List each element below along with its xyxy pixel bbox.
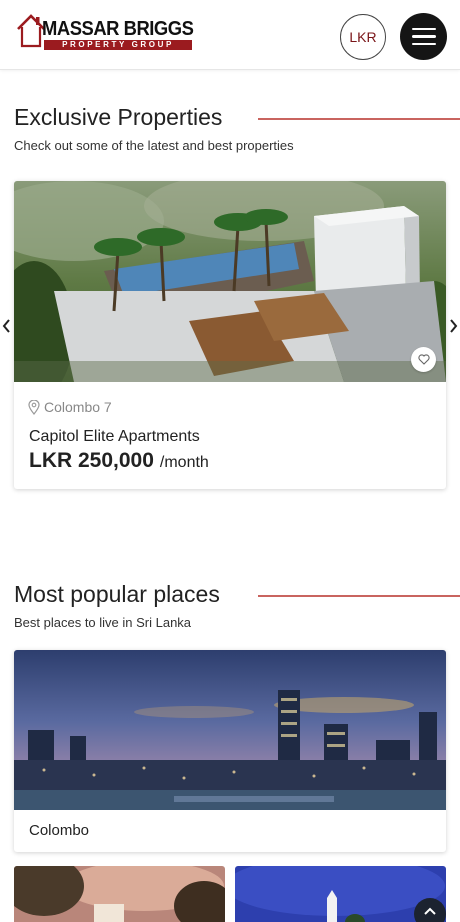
- section-divider: [258, 118, 460, 120]
- hamburger-icon: [411, 27, 436, 31]
- price-unit: /month: [159, 454, 209, 471]
- place-card-colombo[interactable]: Colombo: [14, 650, 446, 852]
- brand-logo[interactable]: MASSAR BRIGGS PROPERTY GROUP: [16, 12, 194, 54]
- chevron-right-icon: [450, 319, 458, 333]
- location-pin-icon: [28, 399, 40, 415]
- currency-button[interactable]: LKR: [340, 14, 386, 60]
- place-card-thumbnail[interactable]: [14, 866, 225, 922]
- heart-icon: [417, 354, 430, 365]
- place-name: Colombo: [29, 822, 90, 839]
- section-divider: [258, 595, 460, 597]
- place-image[interactable]: [14, 866, 225, 922]
- property-card[interactable]: Colombo 7 Capitol Elite Apartments LKR 2…: [14, 181, 446, 489]
- property-name[interactable]: Capitol Elite Apartments: [29, 428, 200, 446]
- property-price: LKR 250,000 /month: [29, 449, 209, 473]
- carousel-next-button[interactable]: [446, 316, 460, 336]
- favorite-button[interactable]: [411, 347, 436, 372]
- carousel-prev-button[interactable]: [0, 316, 14, 336]
- exclusive-section-title: Exclusive Properties: [14, 104, 223, 130]
- popular-section-title: Most popular places: [14, 581, 220, 607]
- logo-tagline: PROPERTY GROUP: [44, 40, 192, 50]
- chevron-up-icon: [424, 907, 436, 915]
- menu-button[interactable]: [400, 13, 447, 60]
- price-amount: LKR 250,000: [29, 449, 154, 472]
- logo-name: MASSAR BRIGGS: [42, 18, 194, 40]
- property-image[interactable]: [14, 181, 446, 382]
- location-text: Colombo 7: [44, 399, 112, 415]
- place-image[interactable]: [14, 650, 446, 810]
- chevron-left-icon: [2, 319, 10, 333]
- property-location: Colombo 7: [28, 399, 112, 415]
- exclusive-section-subtitle: Check out some of the latest and best pr…: [14, 138, 294, 153]
- popular-section-subtitle: Best places to live in Sri Lanka: [14, 615, 192, 630]
- site-header: MASSAR BRIGGS PROPERTY GROUP LKR: [0, 0, 460, 70]
- scroll-to-top-button[interactable]: [414, 898, 446, 922]
